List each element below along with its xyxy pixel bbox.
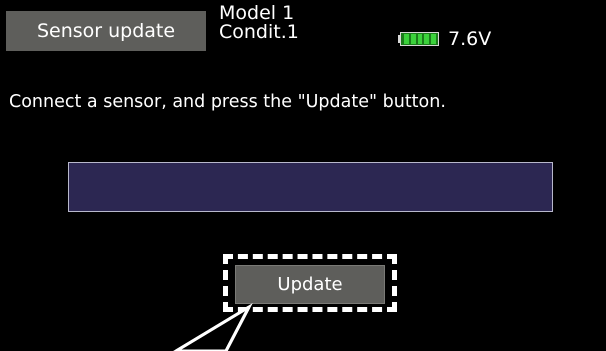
battery-level xyxy=(404,34,436,44)
battery-voltage: 7.6V xyxy=(448,28,492,50)
battery-icon xyxy=(398,31,442,47)
condition-name: Condit.1 xyxy=(219,21,299,43)
screen-title-tab: Sensor update xyxy=(6,11,206,51)
update-button[interactable]: Update xyxy=(235,265,385,304)
update-progress-bar xyxy=(68,162,553,212)
instruction-text: Connect a sensor, and press the "Update"… xyxy=(9,92,446,112)
screen-title: Sensor update xyxy=(36,20,176,42)
update-button-label: Update xyxy=(277,274,343,295)
model-info: Model 1 Condit.1 xyxy=(219,4,299,42)
